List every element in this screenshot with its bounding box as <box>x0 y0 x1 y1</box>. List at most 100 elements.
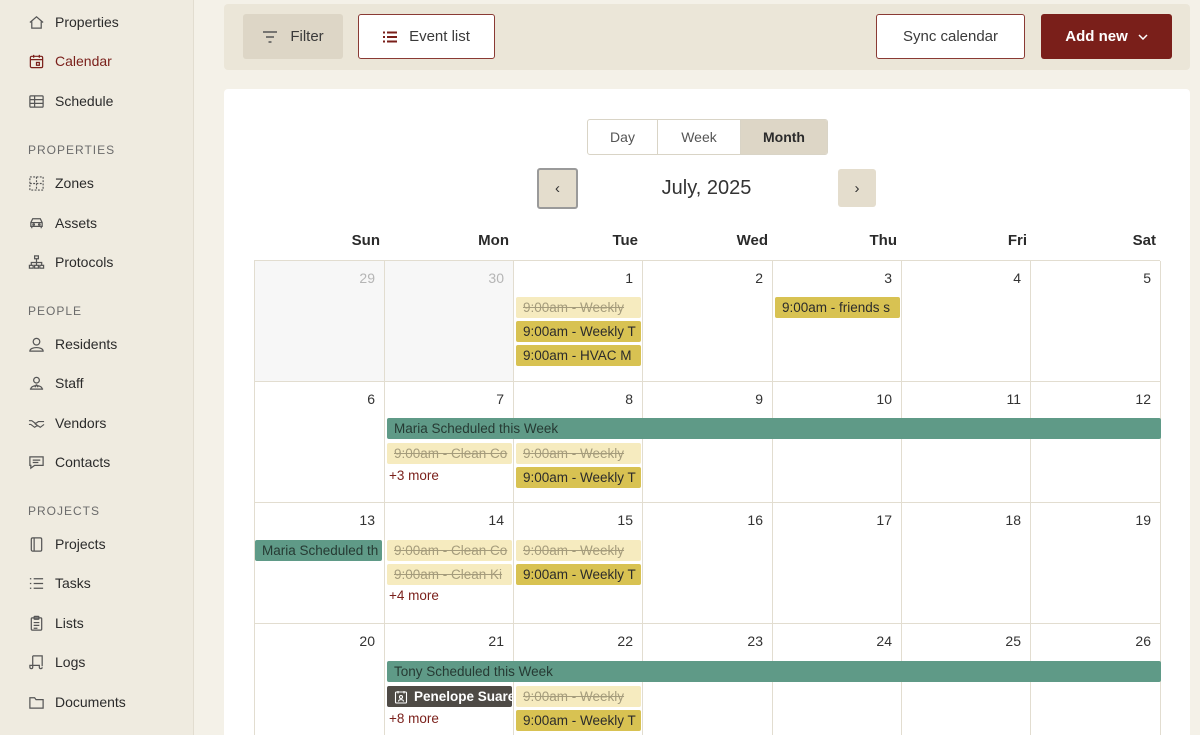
sidebar-item-lists[interactable]: Lists <box>27 611 84 635</box>
day-cell[interactable]: 4 <box>902 261 1031 382</box>
sidebar: Properties Calendar Schedule PROPERTIES … <box>0 0 194 735</box>
car-icon <box>27 214 45 232</box>
calendar-icon <box>27 52 45 70</box>
event-chip[interactable]: 9:00am - friends s <box>775 297 900 318</box>
event-chip[interactable]: 9:00am - Weekly T <box>516 564 641 585</box>
chevron-right-icon: › <box>854 179 860 197</box>
day-cell[interactable]: 5 <box>1031 261 1161 382</box>
day-cell[interactable]: 17 <box>773 503 902 624</box>
sidebar-item-zones[interactable]: Zones <box>27 171 94 195</box>
day-cell[interactable]: 6 <box>255 382 385 503</box>
clipboard-icon <box>27 614 45 632</box>
event-chip-label: Penelope Suare <box>414 689 512 704</box>
month-title: July, 2025 <box>661 177 752 199</box>
sidebar-item-logs[interactable]: Logs <box>27 650 85 674</box>
event-chip[interactable]: 9:00am - Clean Co <box>387 443 512 464</box>
sync-calendar-label: Sync calendar <box>902 28 999 45</box>
sidebar-item-contacts[interactable]: Contacts <box>27 450 110 474</box>
event-chip[interactable]: 9:00am - HVAC M <box>516 345 641 366</box>
day-cell[interactable]: 10 <box>773 382 902 503</box>
next-month-button[interactable]: › <box>838 169 876 207</box>
sidebar-item-vendors[interactable]: Vendors <box>27 411 106 435</box>
day-number: 3 <box>884 270 892 286</box>
event-bar[interactable]: Maria Scheduled th <box>255 540 382 561</box>
day-number: 2 <box>755 270 763 286</box>
sidebar-item-staff[interactable]: Staff <box>27 371 84 395</box>
chevron-down-icon <box>1138 33 1148 40</box>
chevron-left-icon: ‹ <box>555 180 560 197</box>
sidebar-item-documents[interactable]: Documents <box>27 690 126 714</box>
event-chip[interactable]: 9:00am - Clean Co <box>387 540 512 561</box>
view-switcher: Day Week Month <box>587 119 828 155</box>
hierarchy-icon <box>27 253 45 271</box>
calendar-card: Day Week Month ‹ July, 2025 › Sun Mon Tu… <box>224 89 1190 735</box>
event-chip[interactable]: 9:00am - Clean Ki <box>387 564 512 585</box>
sidebar-item-label: Vendors <box>55 415 107 431</box>
event-chip[interactable]: 9:00am - Weekly <box>516 540 641 561</box>
sidebar-item-label: Residents <box>55 336 118 352</box>
day-number: 17 <box>876 512 892 528</box>
sidebar-item-projects[interactable]: Projects <box>27 532 106 556</box>
day-number: 16 <box>747 512 763 528</box>
day-number: 21 <box>488 633 504 649</box>
event-chip[interactable]: 9:00am - Weekly T <box>516 710 641 731</box>
sidebar-item-protocols[interactable]: Protocols <box>27 250 113 274</box>
weekday-header: Sat <box>1132 232 1156 249</box>
event-chip[interactable]: 9:00am - Weekly <box>516 686 641 707</box>
sidebar-item-tasks[interactable]: Tasks <box>27 571 91 595</box>
day-cell[interactable]: 9 <box>643 382 773 503</box>
day-cell[interactable]: 3 <box>773 261 902 382</box>
event-chip[interactable]: 9:00am - Weekly T <box>516 321 641 342</box>
more-events-link[interactable]: +8 more <box>389 711 439 726</box>
toolbar: Filter Event list Sync calendar Add new <box>224 4 1190 70</box>
event-chip[interactable]: 9:00am - Weekly <box>516 297 641 318</box>
sidebar-item-label: Tasks <box>55 575 91 591</box>
event-bar[interactable]: Maria Scheduled this Week <box>387 418 1161 439</box>
event-chip-person[interactable]: Penelope Suare <box>387 686 512 707</box>
day-cell[interactable]: 20 <box>255 624 385 735</box>
day-number: 26 <box>1135 633 1151 649</box>
weekday-header: Thu <box>869 232 898 249</box>
day-number: 7 <box>496 391 504 407</box>
sidebar-item-assets[interactable]: Assets <box>27 211 97 235</box>
event-chip[interactable]: 9:00am - Weekly <box>516 443 641 464</box>
day-number: 8 <box>625 391 633 407</box>
sidebar-item-properties[interactable]: Properties <box>27 10 119 34</box>
sidebar-item-schedule[interactable]: Schedule <box>27 89 113 113</box>
sidebar-item-label: Contacts <box>55 454 111 470</box>
sidebar-item-label: Documents <box>55 694 126 710</box>
prev-month-button[interactable]: ‹ <box>537 168 578 209</box>
day-cell[interactable]: 30 <box>385 261 514 382</box>
event-bar[interactable]: Tony Scheduled this Week <box>387 661 1161 682</box>
sidebar-item-label: Lists <box>55 615 84 631</box>
add-new-button[interactable]: Add new <box>1041 14 1172 59</box>
table-icon <box>27 92 45 110</box>
day-cell[interactable]: 11 <box>902 382 1031 503</box>
list-icon <box>27 574 45 592</box>
more-events-link[interactable]: +3 more <box>389 468 439 483</box>
event-list-button[interactable]: Event list <box>358 14 495 59</box>
day-number: 30 <box>488 270 504 286</box>
view-week-button[interactable]: Week <box>658 120 741 154</box>
view-month-button[interactable]: Month <box>741 120 827 154</box>
sidebar-item-calendar[interactable]: Calendar <box>27 49 112 73</box>
event-chip[interactable]: 9:00am - Weekly T <box>516 467 641 488</box>
day-cell[interactable]: 16 <box>643 503 773 624</box>
sidebar-item-residents[interactable]: Residents <box>27 332 117 356</box>
day-cell[interactable]: 13 <box>255 503 385 624</box>
view-day-button[interactable]: Day <box>588 120 658 154</box>
day-number: 12 <box>1135 391 1151 407</box>
day-cell[interactable]: 19 <box>1031 503 1161 624</box>
day-cell[interactable]: 29 <box>255 261 385 382</box>
day-number: 10 <box>876 391 892 407</box>
weekday-header: Fri <box>1007 232 1027 249</box>
sync-calendar-button[interactable]: Sync calendar <box>876 14 1025 59</box>
day-cell[interactable]: 2 <box>643 261 773 382</box>
sidebar-item-label: Calendar <box>55 53 112 69</box>
day-cell[interactable]: 12 <box>1031 382 1161 503</box>
day-number: 24 <box>876 633 892 649</box>
day-number: 20 <box>359 633 375 649</box>
more-events-link[interactable]: +4 more <box>389 588 439 603</box>
filter-button[interactable]: Filter <box>243 14 343 59</box>
day-cell[interactable]: 18 <box>902 503 1031 624</box>
